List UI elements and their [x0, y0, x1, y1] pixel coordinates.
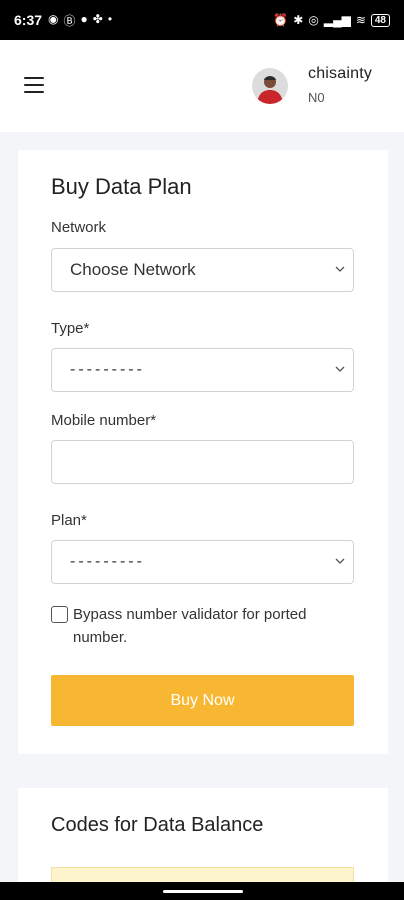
- chevron-down-icon: [335, 366, 345, 372]
- bluetooth-icon: ✱: [293, 13, 304, 27]
- status-right-icons: ⏰ ✱ ◎ ▂▄▆ ≋ 48: [273, 13, 390, 27]
- app-header: chisainty N0: [0, 40, 404, 132]
- codes-title: Codes for Data Balance: [51, 814, 264, 836]
- home-gesture-pill[interactable]: [163, 890, 243, 893]
- status-time: 6:37: [14, 12, 43, 28]
- battery-icon: 48: [370, 13, 390, 27]
- type-select-value: ---------: [70, 361, 145, 378]
- alarm-icon: ⏰: [273, 13, 289, 27]
- bypass-validator-label: Bypass number validator for ported numbe…: [73, 606, 307, 646]
- signal-icon: ▂▄▆: [323, 13, 351, 27]
- hamburger-menu-icon[interactable]: [24, 77, 44, 93]
- buy-data-card: Buy Data Plan Network Choose Network Typ…: [18, 150, 388, 754]
- type-select[interactable]: ---------: [51, 348, 354, 392]
- mobile-number-label: Mobile number*: [51, 412, 157, 429]
- b-icon: Ⓑ: [63, 13, 76, 28]
- network-select-value: Choose Network: [70, 260, 196, 279]
- messenger-icon: ●: [80, 11, 88, 26]
- system-nav-bar: [0, 882, 404, 900]
- status-left-icons: ◉ Ⓑ ● ✤ •: [48, 12, 112, 29]
- plan-select-value: ---------: [70, 553, 145, 570]
- dot-icon: •: [107, 11, 113, 26]
- network-select[interactable]: Choose Network: [51, 248, 354, 292]
- page-title: Buy Data Plan: [51, 174, 192, 199]
- plan-label: Plan*: [51, 512, 87, 529]
- wifi-icon: ≋: [355, 13, 366, 27]
- status-bar: 6:37 ◉ Ⓑ ● ✤ • ⏰ ✱ ◎ ▂▄▆ ≋ 48: [0, 0, 404, 40]
- chevron-down-icon: [335, 266, 345, 272]
- username: chisainty: [308, 65, 373, 82]
- buy-now-button[interactable]: Buy Now: [51, 675, 354, 726]
- nfc-icon: ◎: [308, 13, 319, 27]
- avatar[interactable]: [252, 68, 288, 104]
- whatsapp-icon: ◉: [48, 11, 59, 26]
- plan-select[interactable]: ---------: [51, 540, 354, 584]
- chevron-down-icon: [335, 558, 345, 564]
- bypass-validator-checkbox[interactable]: [51, 606, 68, 623]
- slack-icon: ✤: [92, 11, 103, 26]
- wallet-balance: N0: [308, 90, 325, 105]
- mobile-number-input[interactable]: [51, 440, 354, 484]
- type-label: Type*: [51, 320, 90, 337]
- network-label: Network: [51, 219, 107, 236]
